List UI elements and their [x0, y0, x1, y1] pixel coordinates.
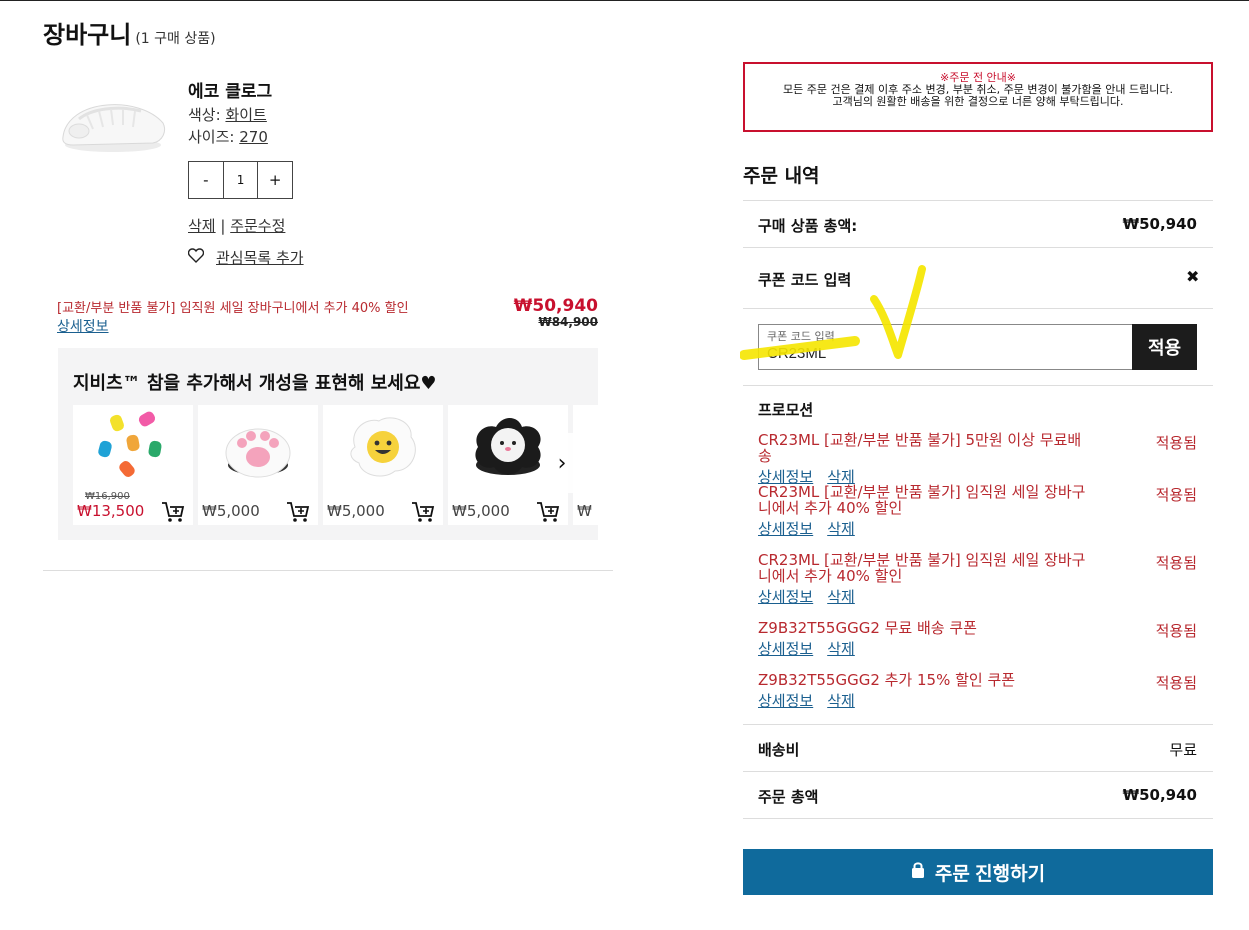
charms-upsell: 지비츠™ 참을 추가해서 개성을 표현해 보세요♥ ₩16,900 ₩13,50…	[58, 348, 598, 540]
wishlist-label[interactable]: 관심목록 추가	[216, 247, 304, 268]
charm-old-price: ₩16,900	[85, 491, 130, 502]
heart-icon	[187, 248, 205, 267]
color-value[interactable]: 화이트	[225, 106, 266, 124]
action-separator: |	[215, 217, 231, 235]
charm-price: ₩5,000	[202, 502, 260, 520]
add-to-cart-icon[interactable]	[536, 501, 560, 525]
edit-order-link[interactable]: 주문수정	[230, 217, 285, 235]
checkout-button[interactable]: 주문 진행하기	[743, 849, 1213, 895]
promotion-detail-link[interactable]: 상세정보	[758, 692, 813, 710]
quantity-value[interactable]: 1	[222, 162, 259, 198]
charm-price: ₩5,000	[452, 502, 510, 520]
charm-price: ₩5,000	[327, 502, 385, 520]
summary-title: 주문 내역	[743, 165, 820, 187]
product-size: 사이즈: 270	[188, 126, 268, 147]
charm-card[interactable]: ₩5,000	[323, 405, 443, 525]
add-to-cart-icon[interactable]	[411, 501, 435, 525]
charm-card[interactable]: ₩5,000	[198, 405, 318, 525]
quantity-stepper: - 1 +	[188, 161, 293, 199]
divider	[743, 818, 1213, 819]
charm-price: ₩	[577, 502, 592, 520]
carousel-next-button[interactable]: ›	[542, 433, 582, 493]
promotion-name: CR23ML [교환/부분 반품 불가] 임직원 세일 장바구니에서 추가 40…	[758, 551, 1086, 585]
cart-item-count: (1 구매 상품)	[135, 31, 216, 47]
promotion-delete-link[interactable]: 삭제	[827, 588, 855, 606]
product-actions: 삭제 | 주문수정	[188, 215, 285, 236]
promotion-status: 적용됨	[1155, 554, 1197, 572]
quantity-increase-button[interactable]: +	[258, 162, 292, 198]
promotion-name: Z9B32T55GGG2 무료 배송 쿠폰	[758, 619, 977, 637]
egg-smiley-charm-icon	[350, 417, 416, 477]
shipping-label: 배송비	[758, 741, 800, 759]
charm-price: ₩13,500	[77, 502, 145, 520]
promotion-status: 적용됨	[1155, 486, 1197, 504]
divider	[743, 724, 1213, 725]
product-color: 색상: 화이트	[188, 104, 267, 125]
wishlist-add[interactable]: 관심목록 추가	[187, 247, 304, 268]
product-original-price: ₩84,900	[538, 315, 598, 329]
checkmark-annotation-icon	[740, 265, 926, 360]
subtotal-value: ₩50,940	[1122, 215, 1197, 233]
promotion-delete-link[interactable]: 삭제	[827, 692, 855, 710]
product-name[interactable]: 에코 클로그	[188, 77, 272, 102]
shipping-value: 무료	[1169, 741, 1197, 759]
promotion-detail-link[interactable]: 상세정보	[758, 640, 813, 658]
charms-title: 지비츠™ 참을 추가해서 개성을 표현해 보세요♥	[73, 373, 437, 394]
product-image[interactable]	[57, 89, 169, 155]
promotion-status: 적용됨	[1155, 674, 1197, 692]
promotions-title: 프로모션	[758, 401, 814, 419]
add-to-cart-icon[interactable]	[161, 501, 185, 525]
promotion-delete-link[interactable]: 삭제	[827, 640, 855, 658]
promotion-detail-link[interactable]: 상세정보	[758, 588, 813, 606]
promotion-detail-link[interactable]: 상세정보	[758, 520, 813, 538]
promotion-item: CR23ML [교환/부분 반품 불가] 임직원 세일 장바구니에서 추가 40…	[758, 552, 1198, 607]
notice-line-2: 고객님의 원활한 배송을 위한 결정으로 너른 양해 부탁드립니다.	[832, 95, 1124, 108]
product-promo-text: [교환/부분 반품 불가] 임직원 세일 장바구니에서 추가 40% 할인	[57, 301, 409, 316]
promotion-name: Z9B32T55GGG2 추가 15% 할인 쿠폰	[758, 671, 1016, 689]
divider	[43, 570, 613, 571]
promotion-item: CR23ML [교환/부분 반품 불가] 5만원 이상 무료배송 적용됨 상세정…	[758, 432, 1198, 487]
panda-cloud-charm-icon	[475, 418, 541, 475]
chevron-right-icon: ›	[557, 450, 567, 476]
promotion-item: Z9B32T55GGG2 무료 배송 쿠폰 적용됨 상세정보 삭제	[758, 620, 1198, 659]
apply-coupon-button[interactable]: 적용	[1132, 324, 1197, 370]
promotion-status: 적용됨	[1155, 622, 1197, 640]
size-value[interactable]: 270	[239, 128, 268, 146]
page-title: 장바구니 (1 구매 상품)	[43, 15, 216, 50]
gummy-bears-charm-icon	[98, 411, 162, 477]
checkout-label: 주문 진행하기	[934, 863, 1046, 885]
charm-card[interactable]: ₩16,900 ₩13,500	[73, 405, 193, 525]
product-sale-price: ₩50,940	[513, 296, 598, 316]
size-label: 사이즈:	[188, 128, 240, 146]
close-icon[interactable]: ✖	[1186, 267, 1199, 286]
promotion-name: CR23ML [교환/부분 반품 불가] 임직원 세일 장바구니에서 추가 40…	[758, 483, 1086, 517]
cart-title-text: 장바구니	[43, 21, 132, 49]
promotion-item: CR23ML [교환/부분 반품 불가] 임직원 세일 장바구니에서 추가 40…	[758, 484, 1198, 539]
divider	[743, 247, 1213, 248]
paw-charm-icon	[225, 428, 291, 478]
quantity-decrease-button[interactable]: -	[189, 162, 223, 198]
promotion-delete-link[interactable]: 삭제	[827, 520, 855, 538]
divider	[743, 200, 1213, 201]
color-label: 색상:	[188, 106, 226, 124]
add-to-cart-icon[interactable]	[286, 501, 310, 525]
total-value: ₩50,940	[1122, 786, 1197, 804]
product-promo-detail-link[interactable]: 상세정보	[57, 316, 109, 336]
divider	[743, 385, 1213, 386]
total-label: 주문 총액	[758, 788, 819, 806]
charms-carousel: ₩16,900 ₩13,500 ₩5,000 ₩5,000 ₩5,000 ₩	[73, 405, 598, 525]
subtotal-label: 구매 상품 총액:	[758, 217, 858, 235]
promotion-item: Z9B32T55GGG2 추가 15% 할인 쿠폰 적용됨 상세정보 삭제	[758, 672, 1198, 711]
delete-link[interactable]: 삭제	[188, 217, 216, 235]
order-notice: ※주문 전 안내※ 모든 주문 건은 결제 이후 주소 변경, 부분 취소, 주…	[743, 62, 1213, 132]
promotion-name: CR23ML [교환/부분 반품 불가] 5만원 이상 무료배송	[758, 431, 1082, 465]
divider	[743, 771, 1213, 772]
lock-icon	[911, 861, 925, 884]
promotion-status: 적용됨	[1155, 434, 1197, 452]
